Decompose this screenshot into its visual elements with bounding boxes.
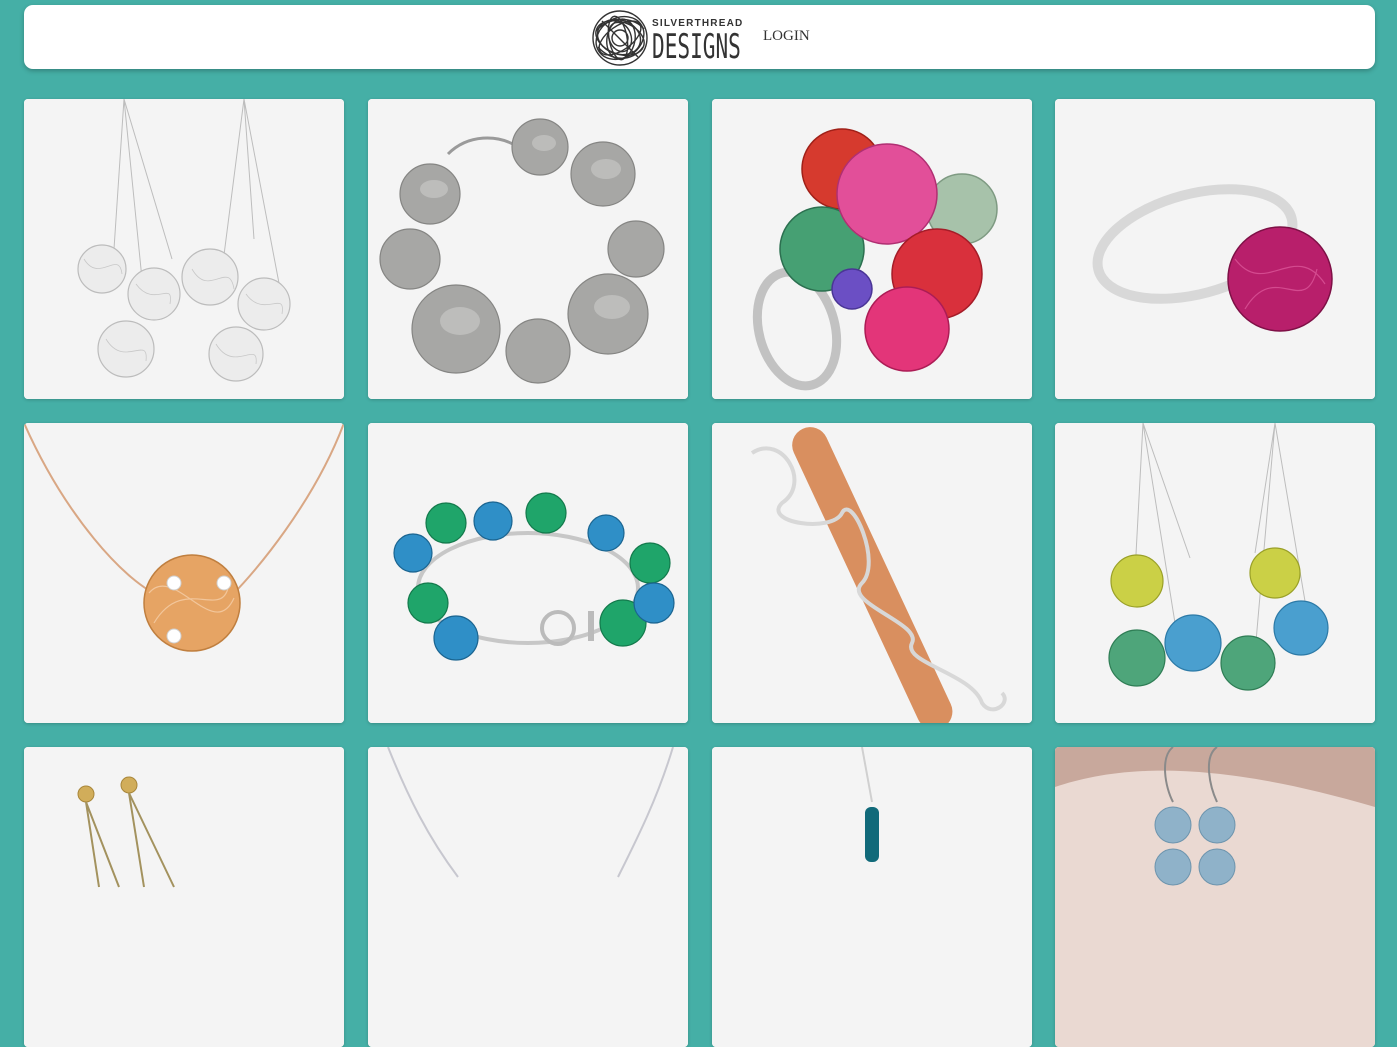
product-image bbox=[368, 99, 688, 399]
product-card-silver-disc-bracelet[interactable] bbox=[368, 99, 688, 399]
product-image bbox=[712, 747, 1032, 1047]
product-image bbox=[1055, 747, 1375, 1047]
product-image bbox=[1055, 99, 1375, 399]
product-card-teal-pendant[interactable] bbox=[712, 747, 1032, 1047]
product-card-multicolor-ring[interactable] bbox=[712, 99, 1032, 399]
product-card-silver-ball-earrings[interactable] bbox=[24, 99, 344, 399]
product-image bbox=[1055, 423, 1375, 723]
top-navigation-bar: SILVERTHREAD DESIGNS LOGIN bbox=[24, 5, 1375, 69]
product-card-silver-necklace[interactable] bbox=[368, 747, 688, 1047]
product-image bbox=[368, 423, 688, 723]
product-image bbox=[24, 423, 344, 723]
product-card-blue-green-bracelet[interactable] bbox=[368, 423, 688, 723]
brand-logo-link[interactable]: SILVERTHREAD DESIGNS bbox=[588, 7, 742, 67]
product-image bbox=[712, 99, 1032, 399]
brand-name-bottom: DESIGNS bbox=[652, 27, 741, 67]
login-link[interactable]: LOGIN bbox=[763, 28, 810, 45]
product-image bbox=[24, 99, 344, 399]
product-card-magenta-ring[interactable] bbox=[1055, 99, 1375, 399]
product-image bbox=[24, 747, 344, 1047]
product-card-gold-earrings[interactable] bbox=[24, 747, 344, 1047]
wire-ball-logo-icon bbox=[592, 10, 648, 66]
product-card-aquamarine-earrings[interactable] bbox=[1055, 747, 1375, 1047]
product-image bbox=[368, 747, 688, 1047]
product-card-tricolor-earrings[interactable] bbox=[1055, 423, 1375, 723]
product-image bbox=[712, 423, 1032, 723]
product-card-copper-pearl-necklace[interactable] bbox=[24, 423, 344, 723]
product-card-copper-pendant[interactable] bbox=[712, 423, 1032, 723]
